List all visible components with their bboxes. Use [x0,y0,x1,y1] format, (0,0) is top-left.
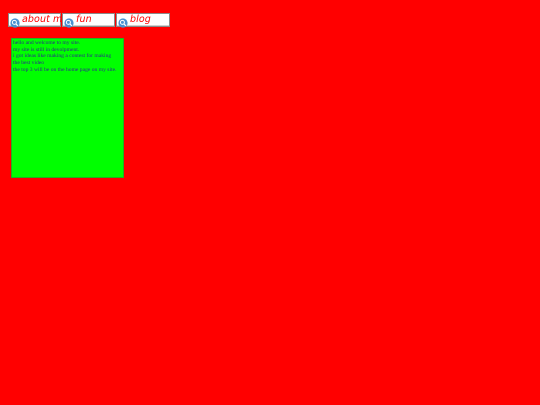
fun-button[interactable]: fun [62,13,115,28]
blog-button[interactable]: blog [116,13,170,28]
search-icon [64,15,74,28]
welcome-box: hello and welcome to my site. my site is… [11,38,124,178]
search-icon [118,15,128,28]
about-me-button[interactable]: about me [8,13,68,28]
ideas-line-continued: the best video [13,60,45,67]
search-icon [10,15,20,28]
top-three-line: the top 3 will be on the home page on my… [13,66,117,73]
fun-label: fun [76,14,92,25]
blog-label: blog [130,14,151,25]
welcome-line: hello and welcome to my site. [13,40,81,46]
ideas-line: i got ideas like making a contest for ma… [13,53,112,60]
welcome-text: hello and welcome to my site. my site is… [13,40,121,74]
